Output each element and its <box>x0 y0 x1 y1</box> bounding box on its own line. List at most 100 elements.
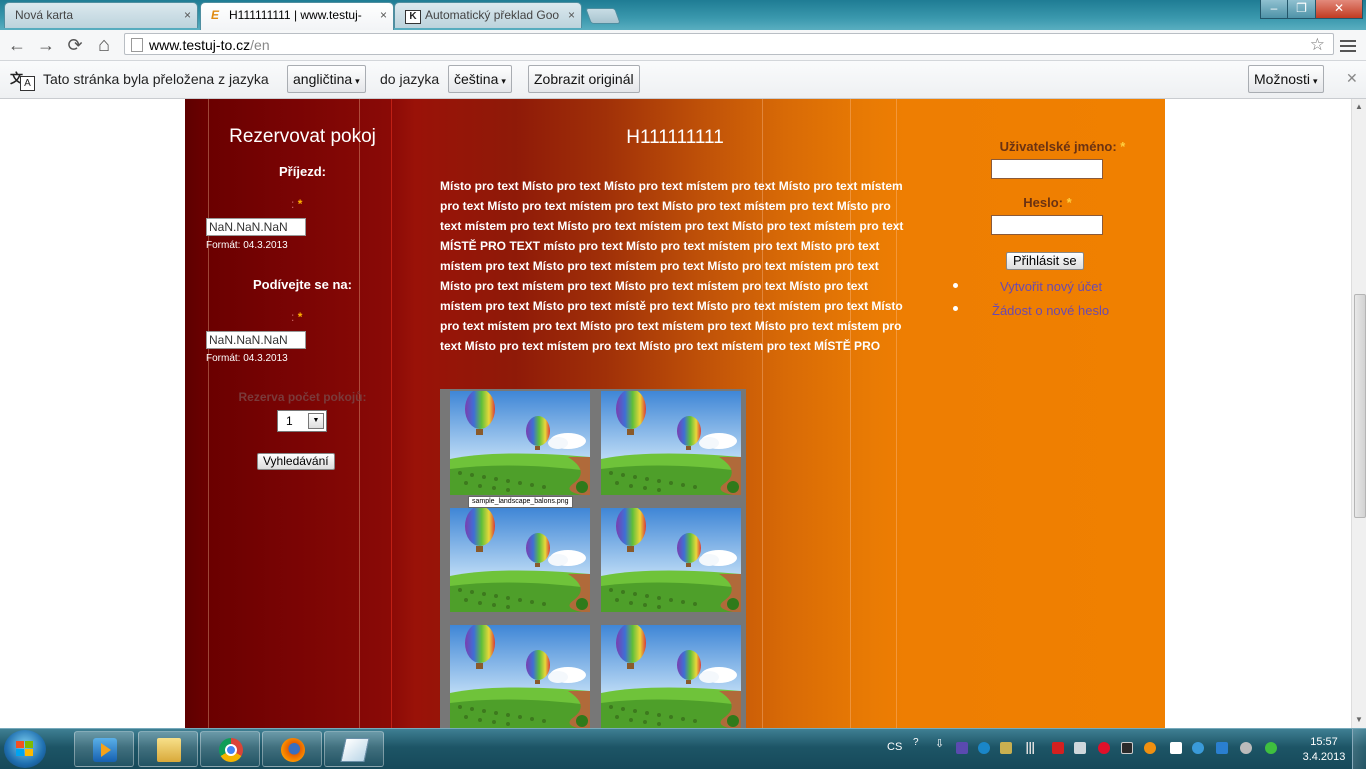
close-translate-bar-icon[interactable]: ✕ <box>1346 70 1358 87</box>
tab-close-icon[interactable]: × <box>380 3 387 27</box>
arrival-label: Příjezd: <box>279 164 326 179</box>
address-bar[interactable]: www.testuj-to.cz/en ☆ <box>124 33 1334 55</box>
password-label-text: Heslo: <box>1023 195 1064 210</box>
clock-date[interactable]: 3.4.2013 <box>1298 751 1350 763</box>
login-button[interactable]: Přihlásit se <box>1006 252 1084 270</box>
help-icon[interactable]: ? <box>913 737 919 748</box>
view-label: Podívejte se na: <box>253 277 352 292</box>
translate-message: Tato stránka byla přeložena z jazyka <box>43 71 269 87</box>
display-icon[interactable] <box>1121 742 1133 754</box>
username-label-text: Uživatelské jméno: <box>999 139 1117 154</box>
bluetooth-icon[interactable] <box>956 742 968 754</box>
wireless-icon[interactable] <box>1265 742 1277 754</box>
source-language-select[interactable]: angličtina ▾ <box>287 65 366 93</box>
page-icon <box>131 38 143 52</box>
show-desktop-button[interactable] <box>1352 729 1366 769</box>
tool-icon[interactable] <box>1000 742 1012 754</box>
rooms-count-select[interactable]: 1 ▼ <box>277 410 327 432</box>
scroll-up-icon[interactable]: ▲ <box>1355 102 1363 111</box>
hp-icon[interactable] <box>1240 742 1252 754</box>
start-button[interactable] <box>4 730 46 768</box>
gallery-image[interactable] <box>450 625 590 728</box>
gallery-image[interactable] <box>450 508 590 612</box>
system-tray: CS ? ⇩ <box>880 729 1300 769</box>
browser-toolbar: ← → ⟳ ⌂ www.testuj-to.cz/en ☆ <box>0 30 1366 61</box>
target-language-select[interactable]: čeština ▾ <box>448 65 512 93</box>
tab-google-translate[interactable]: K Automatický překlad Goo × <box>394 2 582 28</box>
arrival-required: : * <box>291 197 302 211</box>
gallery-image[interactable] <box>601 391 741 495</box>
required-colon: : <box>291 197 295 211</box>
required-star: * <box>1120 139 1126 154</box>
reservation-panel: Rezervovat pokoj Příjezd: : * NaN.NaN.Na… <box>185 99 420 728</box>
testuj-favicon-icon: E <box>211 8 220 22</box>
password-input[interactable] <box>991 215 1103 235</box>
translate-options-button[interactable]: Možnosti ▾ <box>1248 65 1324 93</box>
maximize-button[interactable]: ❐ <box>1287 0 1316 19</box>
arrival-format-hint: Formát: 04.3.2013 <box>206 240 288 251</box>
forward-icon[interactable]: → <box>35 33 57 57</box>
new-tab-button[interactable] <box>585 8 621 24</box>
media-player-icon[interactable] <box>74 731 134 767</box>
home-icon[interactable]: ⌂ <box>93 33 115 57</box>
bullet-icon <box>953 306 958 311</box>
password-label: Heslo: * <box>950 195 1145 210</box>
bookmark-star-icon[interactable]: ☆ <box>1310 34 1325 56</box>
wifi-icon[interactable] <box>1216 742 1228 754</box>
body-text: Místo pro text Místo pro text Místo pro … <box>440 179 904 353</box>
keyboard-icon[interactable]: ⇩ <box>935 737 944 750</box>
clock-time[interactable]: 15:57 <box>1304 736 1344 748</box>
pdf-icon[interactable] <box>1052 742 1064 754</box>
tab-close-icon[interactable]: × <box>184 3 191 27</box>
sync-icon[interactable] <box>978 742 990 754</box>
gallery-image[interactable] <box>601 625 741 728</box>
rooms-count-value: 1 <box>286 414 293 428</box>
chevron-down-icon: ▾ <box>501 76 506 86</box>
antivirus-icon[interactable] <box>1098 742 1110 754</box>
view-date-input[interactable]: NaN.NaN.NaN <box>206 331 306 349</box>
tab-close-icon[interactable]: × <box>568 3 575 27</box>
show-original-button[interactable]: Zobrazit originál <box>528 65 640 93</box>
close-window-button[interactable]: ✕ <box>1315 0 1363 19</box>
page-scrollbar[interactable]: ▲ ▼ <box>1351 99 1366 728</box>
action-center-flag-icon[interactable] <box>1170 742 1182 754</box>
search-button[interactable]: Vyhledávání <box>257 453 335 470</box>
arrival-date-input[interactable]: NaN.NaN.NaN <box>206 218 306 236</box>
username-input[interactable] <box>991 159 1103 179</box>
required-colon: : <box>291 310 295 324</box>
tab-title: H111111111 | www.testuj- <box>229 8 362 22</box>
tab-testuj[interactable]: E H111111111 | www.testuj- × <box>200 2 394 30</box>
target-language-value: čeština <box>454 71 499 87</box>
reload-icon[interactable]: ⟳ <box>64 33 86 57</box>
site-container: Rezervovat pokoj Příjezd: : * NaN.NaN.Na… <box>185 99 1165 728</box>
language-indicator[interactable]: CS <box>887 741 902 753</box>
notepad-icon[interactable] <box>324 731 384 767</box>
view-format-hint: Formát: 04.3.2013 <box>206 353 288 364</box>
new-password-link[interactable]: Žádost o nové heslo <box>992 303 1109 318</box>
power-icon[interactable] <box>1192 742 1204 754</box>
url-host: www.testuj-to.cz <box>149 37 251 53</box>
create-account-link[interactable]: Vytvořit nový účet <box>1000 279 1102 294</box>
tab-strip: Nová karta × E H111111111 | www.testuj- ×… <box>0 0 1366 30</box>
gallery-image[interactable] <box>450 391 590 495</box>
update-icon[interactable] <box>1144 742 1156 754</box>
page-title: H111111111 <box>626 127 724 148</box>
volume-icon[interactable] <box>1074 742 1086 754</box>
scroll-down-icon[interactable]: ▼ <box>1355 715 1363 724</box>
image-tooltip: sample_landscape_balons.png <box>468 496 573 508</box>
translate-bar: 文A Tato stránka byla přeložena z jazyka … <box>0 61 1366 99</box>
minimize-button[interactable]: – <box>1260 0 1288 19</box>
scrollbar-thumb[interactable] <box>1354 294 1366 518</box>
firefox-icon[interactable] <box>262 731 322 767</box>
file-explorer-icon[interactable] <box>138 731 198 767</box>
chrome-menu-icon[interactable] <box>1340 37 1356 55</box>
tab-new-tab[interactable]: Nová karta × <box>4 2 198 28</box>
tab-title: Automatický překlad Goo <box>425 8 560 22</box>
gallery-image[interactable] <box>601 508 741 612</box>
back-icon[interactable]: ← <box>6 33 28 57</box>
chevron-down-icon: ▾ <box>1313 76 1318 86</box>
chevron-down-icon: ▼ <box>308 413 324 429</box>
network-signal-icon[interactable] <box>1024 742 1036 754</box>
chrome-icon[interactable] <box>200 731 260 767</box>
required-star: * <box>1066 195 1072 210</box>
